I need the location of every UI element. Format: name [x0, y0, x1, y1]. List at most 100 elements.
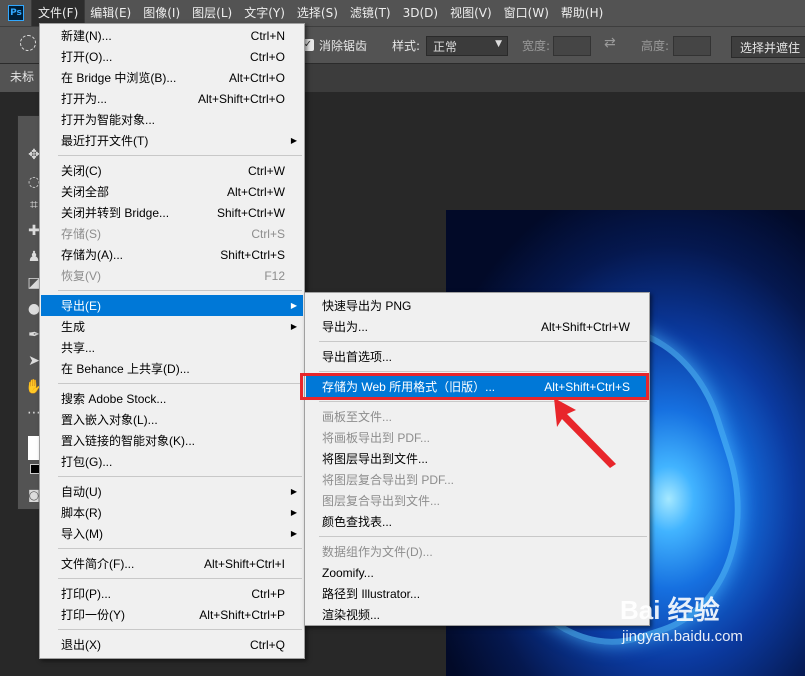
menu-item-label: 打印(P)...	[61, 587, 111, 601]
menu-7[interactable]: 3D(D)	[397, 0, 444, 26]
export-menu-item-0[interactable]: 快速导出为 PNG	[306, 295, 648, 316]
menu-item-shortcut: Shift+Ctrl+W	[216, 205, 285, 220]
menu-item-label: Zoomify...	[322, 565, 374, 580]
menu-separator	[58, 155, 302, 156]
menu-item-shortcut: Ctrl+N	[250, 28, 285, 43]
file-menu-item-9[interactable]: 关闭并转到 Bridge... Shift+Ctrl+W	[41, 202, 303, 223]
file-menu-item-16[interactable]: 共享...	[41, 337, 303, 358]
file-menu-item-3[interactable]: 打开为... Alt+Shift+Ctrl+O	[41, 88, 303, 109]
menu-item-shortcut: Alt+Ctrl+W	[226, 184, 285, 199]
menu-separator	[58, 290, 302, 291]
menu-item-label: 图层复合导出到文件...	[322, 494, 441, 508]
file-menu-item-0[interactable]: 新建(N)... Ctrl+N	[41, 25, 303, 46]
document-tab[interactable]: 未标	[0, 64, 45, 92]
export-menu-item-12[interactable]: 颜色查找表...	[306, 511, 648, 532]
menu-separator	[58, 383, 302, 384]
menu-8[interactable]: 视图(V)	[444, 0, 498, 26]
file-menu-item-33[interactable]: 退出(X) Ctrl+Q	[41, 634, 303, 655]
menu-item-label: 打印一份(Y)	[61, 608, 125, 622]
menu-item-shortcut: Ctrl+P	[251, 586, 285, 601]
file-menu-item-14[interactable]: 导出(E) ▶	[41, 295, 303, 316]
elliptical-marquee-icon[interactable]	[20, 35, 36, 51]
watermark-brand: Bai 经验	[620, 595, 720, 625]
export-menu-item-17[interactable]: 渲染视频...	[306, 604, 648, 625]
menu-item-label: 路径到 Illustrator...	[322, 587, 421, 601]
style-select[interactable]: 正常 ▼	[426, 36, 508, 56]
menu-item-label: 退出(X)	[61, 638, 101, 652]
menu-item-shortcut: Shift+Ctrl+S	[220, 247, 285, 262]
menu-item-label: 在 Bridge 中浏览(B)...	[61, 71, 177, 85]
file-menu-item-25[interactable]: 脚本(R) ▶	[41, 502, 303, 523]
menu-item-shortcut: Alt+Shift+Ctrl+P	[199, 607, 285, 622]
file-menu-item-15[interactable]: 生成 ▶	[41, 316, 303, 337]
export-menu-item-16[interactable]: 路径到 Illustrator...	[306, 583, 648, 604]
file-menu-item-19[interactable]: 搜索 Adobe Stock...	[41, 388, 303, 409]
file-menu-item-11[interactable]: 存储为(A)... Shift+Ctrl+S	[41, 244, 303, 265]
submenu-arrow-icon: ▶	[290, 322, 297, 331]
menu-separator	[58, 476, 302, 477]
height-input[interactable]	[673, 36, 711, 56]
menu-item-label: 颜色查找表...	[322, 515, 393, 529]
chevron-down-icon: ▼	[495, 39, 502, 49]
submenu-arrow-icon: ▶	[290, 136, 297, 145]
menu-item-label: 渲染视频...	[322, 608, 381, 622]
export-menu-item-11: 图层复合导出到文件...	[306, 490, 648, 511]
menu-item-shortcut: Alt+Shift+Ctrl+W	[540, 319, 630, 334]
file-menu-item-26[interactable]: 导入(M) ▶	[41, 523, 303, 544]
menu-item-shortcut: Alt+Ctrl+O	[228, 70, 285, 85]
file-menu-item-28[interactable]: 文件简介(F)... Alt+Shift+Ctrl+I	[41, 553, 303, 574]
menu-item-label: 生成	[61, 320, 86, 334]
menu-separator	[319, 536, 647, 537]
menu-item-shortcut: Ctrl+Q	[249, 637, 285, 652]
file-menu-item-7[interactable]: 关闭(C) Ctrl+W	[41, 160, 303, 181]
antialias-label: 消除锯齿	[319, 39, 368, 53]
file-menu-item-1[interactable]: 打开(O)... Ctrl+O	[41, 46, 303, 67]
export-menu-item-15[interactable]: Zoomify...	[306, 562, 648, 583]
export-menu-item-1[interactable]: 导出为... Alt+Shift+Ctrl+W	[306, 316, 648, 337]
menu-9[interactable]: 窗口(W)	[498, 0, 555, 26]
menu-item-label: 打开(O)...	[61, 50, 113, 64]
menu-item-shortcut: Ctrl+O	[249, 49, 285, 64]
menu-item-label: 打包(G)...	[61, 455, 113, 469]
file-menu-item-2[interactable]: 在 Bridge 中浏览(B)... Alt+Ctrl+O	[41, 67, 303, 88]
style-label: 样式:	[392, 39, 421, 53]
menu-separator	[319, 371, 647, 372]
menu-item-label: 共享...	[61, 341, 96, 355]
photoshop-logo-icon[interactable]: Ps	[8, 5, 24, 21]
swap-dimensions-icon[interactable]: ⇄	[604, 35, 616, 51]
file-menu-item-17[interactable]: 在 Behance 上共享(D)...	[41, 358, 303, 379]
menu-item-label: 存储(S)	[61, 227, 101, 241]
file-menu-item-21[interactable]: 置入链接的智能对象(K)...	[41, 430, 303, 451]
menu-item-label: 导入(M)	[61, 527, 103, 541]
file-menu-item-5[interactable]: 最近打开文件(T) ▶	[41, 130, 303, 151]
menu-item-shortcut: Alt+Shift+Ctrl+O	[197, 91, 285, 106]
menu-10[interactable]: 帮助(H)	[555, 0, 609, 26]
export-menu-item-3[interactable]: 导出首选项...	[306, 346, 648, 367]
file-menu-item-22[interactable]: 打包(G)...	[41, 451, 303, 472]
menu-separator	[58, 548, 302, 549]
watermark-url: jingyan.baidu.com	[622, 628, 743, 645]
file-menu-item-4[interactable]: 打开为智能对象...	[41, 109, 303, 130]
menu-item-label: 脚本(R)	[61, 506, 102, 520]
select-and-mask-button[interactable]: 选择并遮住	[731, 36, 805, 58]
style-select-value: 正常	[433, 40, 458, 54]
submenu-arrow-icon: ▶	[290, 301, 297, 310]
menu-item-label: 导出首选项...	[322, 350, 393, 364]
export-menu-item-10: 将图层复合导出到 PDF...	[306, 469, 648, 490]
file-menu-item-30[interactable]: 打印(P)... Ctrl+P	[41, 583, 303, 604]
menu-item-label: 快速导出为 PNG	[322, 299, 412, 313]
file-menu-item-10: 存储(S) Ctrl+S	[41, 223, 303, 244]
file-menu-item-31[interactable]: 打印一份(Y) Alt+Shift+Ctrl+P	[41, 604, 303, 625]
menu-separator	[58, 578, 302, 579]
menu-6[interactable]: 滤镜(T)	[344, 0, 397, 26]
file-menu-item-24[interactable]: 自动(U) ▶	[41, 481, 303, 502]
file-menu-item-8[interactable]: 关闭全部 Alt+Ctrl+W	[41, 181, 303, 202]
menu-item-label: 新建(N)...	[61, 29, 112, 43]
menu-item-label: 将图层复合导出到 PDF...	[322, 473, 455, 487]
file-menu-item-20[interactable]: 置入嵌入对象(L)...	[41, 409, 303, 430]
menu-item-label: 数据组作为文件(D)...	[322, 545, 433, 559]
menu-item-label: 存储为(A)...	[61, 248, 123, 262]
menu-item-label: 将画板导出到 PDF...	[322, 431, 431, 445]
width-input[interactable]	[553, 36, 591, 56]
menu-item-shortcut: Ctrl+W	[248, 163, 285, 178]
